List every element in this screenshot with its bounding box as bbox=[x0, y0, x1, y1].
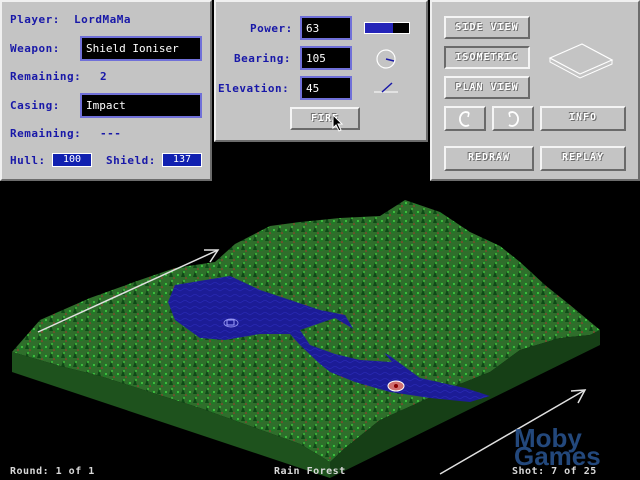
fire-button[interactable]: FIRE bbox=[290, 107, 360, 130]
isometric-cube-icon bbox=[548, 43, 614, 79]
info-button[interactable]: INFO bbox=[540, 106, 626, 131]
shield-value: 137 bbox=[162, 153, 202, 167]
hull-label: Hull: bbox=[10, 154, 46, 167]
casing-field[interactable]: Impact bbox=[80, 93, 202, 118]
aim-panel: Power: 63 Bearing: 105 Elevation: 45 FIR… bbox=[214, 0, 428, 142]
casing-label: Casing: bbox=[10, 99, 60, 112]
player-name: LordMaMa bbox=[74, 13, 131, 26]
weapon-remaining-label: Remaining: bbox=[10, 70, 82, 83]
power-field[interactable]: 63 bbox=[300, 16, 352, 40]
hull-value: 100 bbox=[52, 153, 92, 167]
redraw-button[interactable]: REDRAW bbox=[444, 146, 534, 171]
tank-target-icon bbox=[387, 380, 405, 392]
weapon-remaining-value: 2 bbox=[100, 70, 108, 83]
bearing-dial-icon bbox=[376, 49, 396, 69]
round-counter: Round: 1 of 1 bbox=[10, 466, 95, 477]
weapon-field[interactable]: Shield Ioniser bbox=[80, 36, 202, 61]
bearing-label: Bearing: bbox=[234, 52, 291, 65]
watermark-logo: Moby Games bbox=[514, 425, 601, 471]
power-meter-icon bbox=[364, 22, 410, 34]
rotate-right-button[interactable] bbox=[492, 106, 534, 131]
shield-label: Shield: bbox=[106, 154, 156, 167]
player-panel: Player: LordMaMa Weapon: Shield Ioniser … bbox=[0, 0, 212, 181]
rotate-left-icon bbox=[459, 111, 470, 127]
mouse-cursor-icon bbox=[332, 114, 344, 132]
casing-remaining-value: --- bbox=[100, 127, 122, 140]
rotate-right-icon bbox=[508, 111, 519, 127]
watermark-line2: Games bbox=[514, 441, 601, 471]
elevation-field[interactable]: 45 bbox=[300, 76, 352, 100]
player-label: Player: bbox=[10, 13, 60, 26]
elevation-angle-icon bbox=[374, 82, 398, 93]
weapon-label: Weapon: bbox=[10, 42, 60, 55]
bearing-field[interactable]: 105 bbox=[300, 46, 352, 70]
power-meter-fill bbox=[365, 23, 393, 33]
rotate-left-button[interactable] bbox=[444, 106, 486, 131]
side-view-button[interactable]: SIDE VIEW bbox=[444, 16, 530, 39]
isometric-button[interactable]: ISOMETRIC bbox=[444, 46, 530, 69]
elevation-label: Elevation: bbox=[218, 82, 290, 95]
view-panel: SIDE VIEW ISOMETRIC PLAN VIEW INFO REDRA… bbox=[430, 0, 640, 181]
plan-view-button[interactable]: PLAN VIEW bbox=[444, 76, 530, 99]
map-name: Rain Forest bbox=[274, 466, 346, 477]
casing-remaining-label: Remaining: bbox=[10, 127, 82, 140]
power-label: Power: bbox=[250, 22, 293, 35]
replay-button[interactable]: REPLAY bbox=[540, 146, 626, 171]
